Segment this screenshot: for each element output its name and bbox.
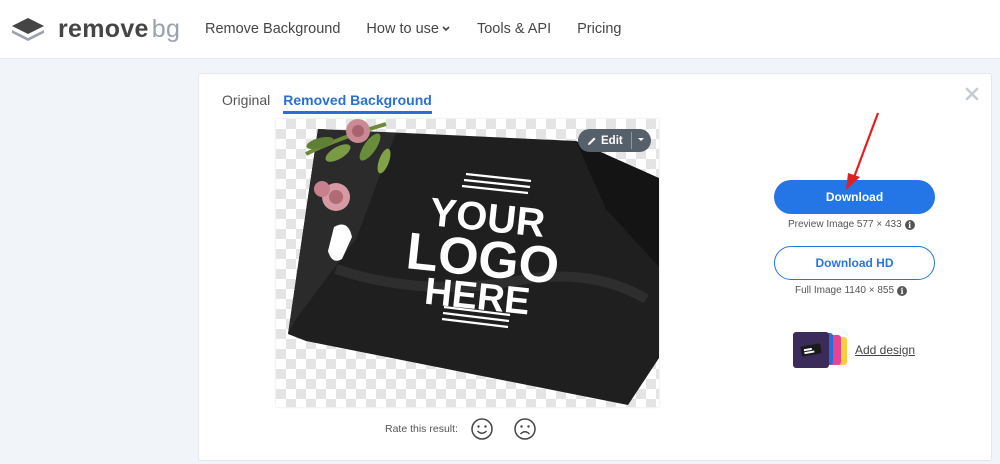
brand-logo[interactable]: remove bg <box>10 15 180 44</box>
tab-original[interactable]: Original <box>222 92 270 114</box>
red-arrow-annotation <box>846 112 880 190</box>
edit-divider <box>631 132 632 149</box>
nav-how-to-use[interactable]: How to use <box>366 21 451 37</box>
add-design-label: Add design <box>855 343 916 357</box>
main-nav: Remove Background How to use Tools & API… <box>205 21 647 37</box>
full-image-info: Full Image 1140 × 855 i <box>795 285 908 296</box>
pencil-icon <box>588 137 596 145</box>
top-header: remove bg Remove Background How to use To… <box>0 0 1000 59</box>
nav-remove-background[interactable]: Remove Background <box>205 21 340 37</box>
smile-icon[interactable] <box>470 417 494 441</box>
result-preview-image: YOUR LOGO HERE Edit <box>276 119 659 407</box>
view-tabs: Original Removed Background <box>222 92 445 114</box>
design-thumbnail-icon <box>793 332 847 368</box>
chevron-down-icon <box>442 26 450 32</box>
info-icon[interactable]: i <box>904 219 915 230</box>
nav-tools-api[interactable]: Tools & API <box>477 21 551 37</box>
close-icon[interactable] <box>964 86 980 102</box>
brand-name: remove bg <box>58 15 181 43</box>
edit-button[interactable]: Edit <box>578 129 651 152</box>
nav-pricing[interactable]: Pricing <box>577 21 621 37</box>
download-hd-button[interactable]: Download HD <box>774 246 935 280</box>
logo-icon <box>12 17 44 41</box>
rating-label: Rate this result: <box>385 423 458 435</box>
full-image-size: Full Image 1140 × 855 <box>795 285 895 296</box>
rating-row: Rate this result: <box>385 417 556 441</box>
product-bag-image: YOUR LOGO HERE <box>288 119 659 405</box>
caret-down-icon[interactable] <box>637 135 645 143</box>
info-icon[interactable]: i <box>897 285 908 296</box>
tab-removed-background[interactable]: Removed Background <box>283 92 432 114</box>
edit-label: Edit <box>601 134 623 147</box>
frown-icon[interactable] <box>513 417 537 441</box>
preview-image-info: Preview Image 577 × 433 i <box>788 219 915 230</box>
preview-image-size: Preview Image 577 × 433 <box>788 219 902 230</box>
add-design-link[interactable]: Add design <box>791 331 915 369</box>
